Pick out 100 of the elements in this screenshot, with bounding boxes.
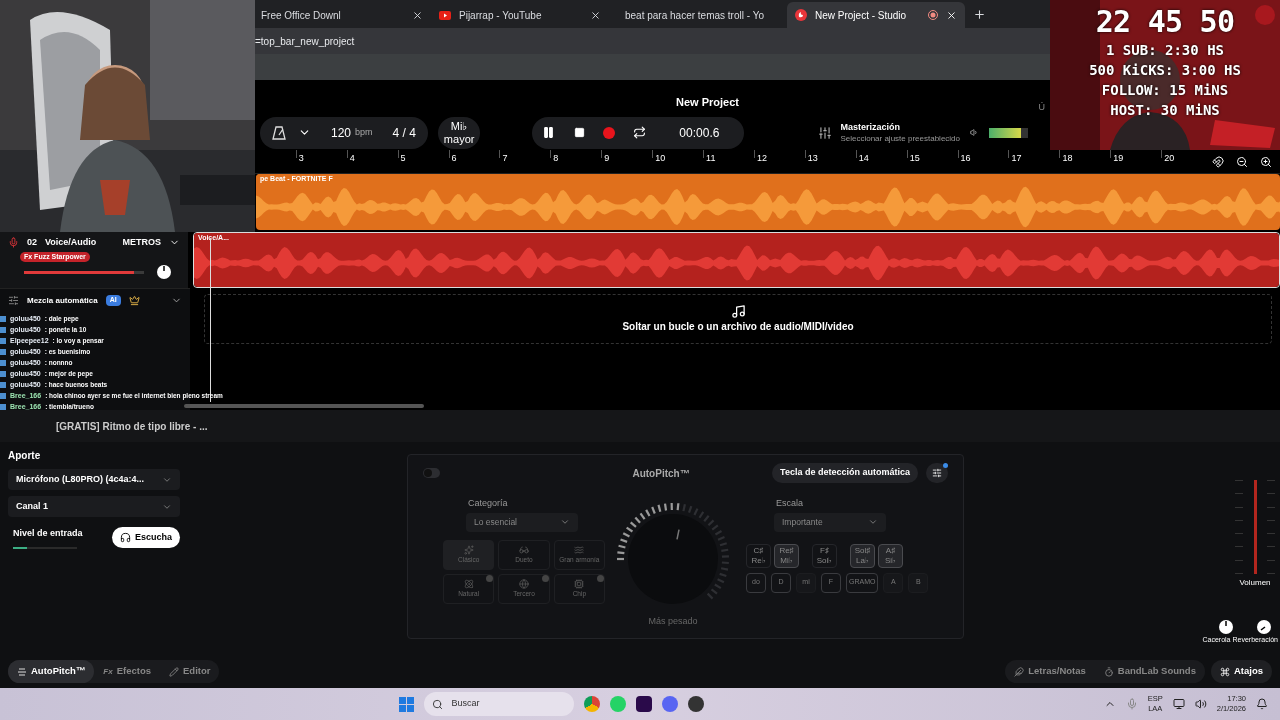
sharp-key[interactable]: C♯ Re♭ xyxy=(746,543,771,568)
settings-button[interactable] xyxy=(926,463,948,483)
chevron-icon xyxy=(868,517,878,527)
drop-zone[interactable]: Soltar un bucle o un archivo de audio/MIDI/video xyxy=(204,294,1272,344)
shortcuts-button[interactable]: Atajos xyxy=(1210,660,1272,683)
volume-icon[interactable] xyxy=(970,126,979,139)
goal-text: FOLLOW: 15 MiNS xyxy=(1101,81,1229,100)
tab-title: Pijarrap - YouTube xyxy=(459,8,542,23)
tab-title: beat para hacer temas troll - Yo xyxy=(625,8,764,23)
edge-text: Ú xyxy=(1038,100,1045,114)
pan-knob-icon[interactable] xyxy=(156,264,172,280)
sharp-key[interactable]: F♯ Sol♭ xyxy=(812,543,837,568)
sharp-key[interactable]: A♯ Si♭ xyxy=(878,543,903,568)
bottom-tab[interactable]: AutoPitch™ xyxy=(8,660,95,683)
device-dropdown[interactable]: Micrófono (L80PRO) (4c4a:4... xyxy=(8,469,180,490)
studio-logo-icon xyxy=(795,9,807,21)
master-volume-fill[interactable] xyxy=(988,127,1021,138)
zoom-out-icon[interactable] xyxy=(1236,156,1249,168)
auto-key-button[interactable]: Tecla de detección automática xyxy=(772,463,918,483)
key-selector[interactable]: Mi♭ mayor xyxy=(437,116,481,149)
category-dropdown[interactable]: Lo esencial xyxy=(466,512,578,532)
mixer-icon[interactable] xyxy=(818,125,833,140)
countdown-timer: 22 45 50 xyxy=(1095,4,1235,40)
taskbar-search[interactable]: Buscar xyxy=(424,692,575,716)
input-level-label: Nivel de entrada xyxy=(13,527,83,540)
pan-knob-icon[interactable] xyxy=(1218,619,1234,635)
now-playing-title[interactable]: [GRATIS] Ritmo de tipo libre - ... xyxy=(56,418,208,434)
browser-tab[interactable]: New Project - Studio xyxy=(787,2,965,28)
bottom-tab[interactable]: Fx Efectos xyxy=(94,660,161,683)
loop-icon xyxy=(632,126,646,139)
sounds-button[interactable]: BandLab Sounds xyxy=(1094,660,1205,683)
mix-icon xyxy=(8,295,19,306)
volume-fill[interactable] xyxy=(1253,480,1257,574)
automix-label[interactable]: Mezcla automática xyxy=(27,294,98,307)
notification-icon[interactable] xyxy=(1256,698,1268,710)
sparkle-icon xyxy=(463,544,474,555)
mastering-preset[interactable]: Seleccionar ajuste preestablecido xyxy=(840,132,961,144)
speaker-icon[interactable] xyxy=(1194,698,1207,710)
goal-text: HOST: 30 MiNS xyxy=(1110,101,1220,120)
sharp-key[interactable]: Sol♯ La♭ xyxy=(850,543,875,568)
tempo-control[interactable]: 120 bpm 4 / 4 xyxy=(260,116,428,149)
browser-tab[interactable]: Pijarrap - YouTube xyxy=(431,2,609,28)
recording-icon xyxy=(928,10,938,20)
premiere-icon[interactable] xyxy=(636,696,653,712)
record-icon xyxy=(603,126,616,139)
fx-icon: Fx xyxy=(103,665,113,678)
music-note-icon xyxy=(730,304,746,319)
settings-icon xyxy=(932,468,942,478)
reverb-knob-icon[interactable] xyxy=(1256,619,1272,635)
app-icon[interactable] xyxy=(688,696,705,712)
input-heading: Aporte xyxy=(8,449,42,463)
chevron-icon xyxy=(560,517,570,527)
mic-icon[interactable] xyxy=(8,237,19,249)
listen-button[interactable]: Escucha xyxy=(111,527,180,549)
search-icon xyxy=(432,698,444,710)
tab-title: Free Office Downl xyxy=(261,8,341,23)
category-label: Categoría xyxy=(467,497,509,510)
close-icon[interactable] xyxy=(412,9,423,21)
time-signature[interactable]: 4 / 4 xyxy=(384,123,416,142)
tempo-unit: bpm xyxy=(355,125,373,139)
feather-icon xyxy=(1014,666,1025,677)
chip-icon xyxy=(574,578,585,589)
discord-icon[interactable] xyxy=(662,696,679,712)
mastering-title[interactable]: Masterización xyxy=(840,121,961,133)
goal-text: 500 KiCKS: 3:00 HS xyxy=(1089,61,1241,80)
sharp-key[interactable]: Re♯ Mi♭ xyxy=(774,543,799,568)
close-icon[interactable] xyxy=(590,9,601,21)
close-icon[interactable] xyxy=(946,9,957,21)
horizontal-scrollbar[interactable] xyxy=(184,404,424,408)
network-icon[interactable] xyxy=(1172,698,1185,710)
knob-label: Más pesado xyxy=(648,615,698,628)
chrome-icon[interactable] xyxy=(584,696,601,712)
pencil-icon xyxy=(169,666,180,677)
address-text[interactable]: =top_bar_new_project xyxy=(255,33,355,49)
zoom-in-icon[interactable] xyxy=(1260,156,1273,168)
atom-icon xyxy=(463,578,474,589)
browser-tab[interactable]: beat para hacer temas troll - Yo xyxy=(609,2,787,28)
video-icon xyxy=(439,10,451,20)
stop-icon xyxy=(573,127,585,138)
lyrics-button[interactable]: Letras/Notas xyxy=(1005,660,1095,683)
autopitch-icon xyxy=(17,666,27,677)
enable-toggle[interactable] xyxy=(423,468,440,478)
track-name[interactable]: Voice/Audio xyxy=(45,236,115,250)
tempo-value[interactable]: 120 xyxy=(323,123,352,142)
snap-icon[interactable] xyxy=(1212,156,1225,168)
meters-button[interactable]: METROS xyxy=(122,236,162,250)
bottom-tab[interactable]: Editor xyxy=(160,660,220,683)
browser-tab[interactable]: Free Office Downl xyxy=(253,2,431,28)
channel-dropdown[interactable]: Canal 1 xyxy=(8,496,180,517)
goal-text: 1 SUB: 2:30 HS xyxy=(1106,41,1224,60)
scale-label: Escala xyxy=(775,497,804,510)
headphones-icon xyxy=(119,532,131,544)
tab-title: New Project - Studio xyxy=(815,8,907,23)
command-icon xyxy=(1219,666,1230,677)
time-display: 00:00.6 xyxy=(678,124,721,142)
windows-start-icon[interactable] xyxy=(399,696,415,712)
new-tab-icon[interactable] xyxy=(973,8,986,21)
metronome-icon xyxy=(272,125,286,140)
scale-dropdown[interactable]: Importante xyxy=(774,512,886,532)
volume-label: Volumen xyxy=(1239,577,1271,589)
